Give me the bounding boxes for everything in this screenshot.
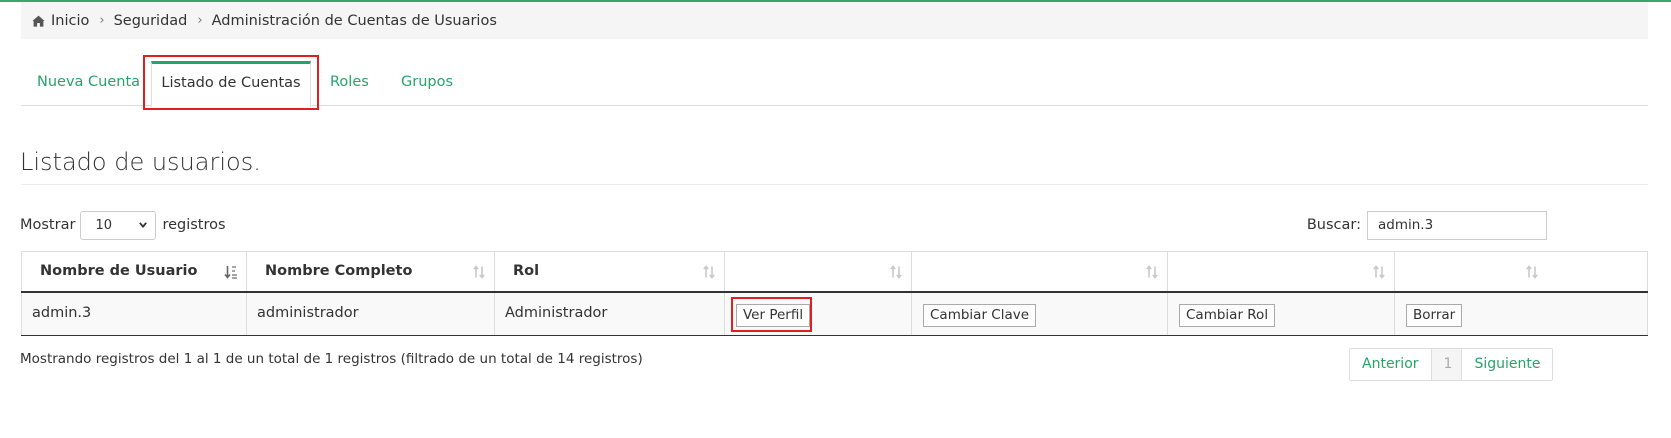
page-title: Listado de usuarios. <box>20 148 261 176</box>
sort-icon <box>1526 265 1538 279</box>
length-prefix: Mostrar <box>20 217 76 233</box>
breadcrumb-current: Administración de Cuentas de Usuarios <box>211 12 497 29</box>
change-role-button[interactable]: Cambiar Rol <box>1179 304 1276 327</box>
page-length-value: 10 <box>95 217 112 233</box>
pagination-page-1[interactable]: 1 <box>1430 349 1463 380</box>
sort-icon <box>1373 265 1385 279</box>
column-label: Rol <box>513 263 540 279</box>
sort-alpha-asc-icon <box>224 266 237 279</box>
column-header-action-delete[interactable] <box>1395 252 1648 291</box>
view-profile-button[interactable]: Ver Perfil <box>736 304 811 327</box>
role-value: Administrador <box>505 305 608 321</box>
table-header-row: Nombre de Usuario Nombre Completo Rol <box>21 251 1648 293</box>
cell-username: admin.3 <box>21 293 247 335</box>
breadcrumb-home[interactable]: Inicio <box>51 13 89 29</box>
table-row: admin.3 administrador Administrador Ver … <box>21 293 1648 336</box>
search-input[interactable] <box>1367 210 1547 240</box>
column-header-action-profile[interactable] <box>725 252 912 291</box>
length-suffix: registros <box>162 217 226 233</box>
cell-action-profile: Ver Perfil <box>725 293 912 335</box>
length-control: Mostrar 10 registros <box>20 210 226 240</box>
search-control: Buscar: <box>1307 210 1547 240</box>
change-password-button[interactable]: Cambiar Clave <box>923 304 1037 327</box>
home-icon <box>32 15 45 27</box>
breadcrumb-security[interactable]: Seguridad <box>114 13 188 29</box>
column-header-role[interactable]: Rol <box>495 252 725 291</box>
column-header-fullname[interactable]: Nombre Completo <box>247 252 495 291</box>
tab-roles[interactable]: Roles <box>330 61 369 106</box>
pagination: Anterior 1 Siguiente <box>1349 348 1554 381</box>
active-tab-highlight <box>143 55 319 110</box>
breadcrumb: Inicio › Seguridad › Administración de C… <box>21 2 1648 39</box>
page-length-select[interactable]: 10 <box>80 210 157 240</box>
title-divider <box>21 184 1648 185</box>
column-header-username[interactable]: Nombre de Usuario <box>21 252 247 291</box>
cell-action-password: Cambiar Clave <box>912 293 1168 335</box>
username-value: admin.3 <box>32 305 92 321</box>
fullname-value: administrador <box>257 305 359 321</box>
tab-nueva-cuenta[interactable]: Nueva Cuenta <box>37 61 140 106</box>
column-header-action-role[interactable] <box>1168 252 1395 291</box>
column-label: Nombre Completo <box>265 263 413 279</box>
column-header-action-password[interactable] <box>912 252 1168 291</box>
cell-fullname: administrador <box>247 293 495 335</box>
sort-icon <box>890 265 902 279</box>
cell-action-role: Cambiar Rol <box>1168 293 1395 335</box>
pagination-next[interactable]: Siguiente <box>1462 349 1552 380</box>
cell-action-delete: Borrar <box>1395 293 1648 335</box>
cell-role: Administrador <box>495 293 725 335</box>
users-table: Nombre de Usuario Nombre Completo Rol ad… <box>21 251 1648 336</box>
sort-icon <box>1146 265 1158 279</box>
breadcrumb-separator: › <box>99 13 105 28</box>
column-label: Nombre de Usuario <box>40 263 198 279</box>
pagination-previous[interactable]: Anterior <box>1350 349 1431 380</box>
sort-icon <box>703 265 715 279</box>
table-info: Mostrando registros del 1 al 1 de un tot… <box>20 351 643 367</box>
breadcrumb-separator: › <box>197 13 203 28</box>
sort-icon <box>473 265 485 279</box>
search-label: Buscar: <box>1306 217 1361 233</box>
delete-button[interactable]: Borrar <box>1406 304 1463 327</box>
tab-grupos[interactable]: Grupos <box>401 61 453 106</box>
chevron-down-icon <box>139 222 148 228</box>
